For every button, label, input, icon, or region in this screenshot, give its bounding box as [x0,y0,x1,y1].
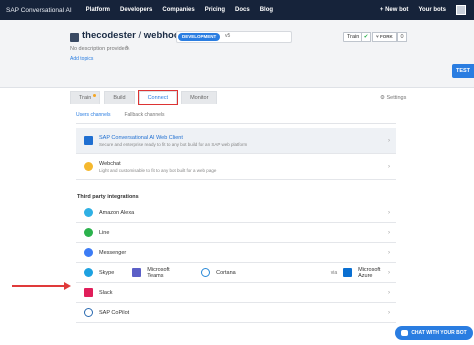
skype-icon [84,268,93,277]
integration-name: Messenger [99,249,127,256]
fork-label: FORK [379,34,393,39]
chevron-right-icon: › [388,229,390,236]
nav-developers[interactable]: Developers [120,7,152,13]
fork-count: 0 [397,32,407,42]
slack-icon [84,288,93,297]
list-item[interactable]: Amazon Alexa › [76,203,396,223]
azure-label: Microsoft Azure [358,266,381,279]
amazon-alexa-icon [84,208,93,217]
top-navbar: SAP Conversational AI Platform Developer… [0,0,474,20]
chevron-right-icon: › [388,163,390,170]
notification-dot-icon [93,94,97,97]
nav-companies[interactable]: Companies [162,7,194,13]
tab-build[interactable]: Build [104,91,135,104]
channel-name: Webchat [99,160,121,167]
list-item[interactable]: Slack › [76,283,396,303]
environment-badge: DEVELOPMENT [178,33,221,41]
settings-link[interactable]: ⚙ Settings [380,95,406,101]
chevron-right-icon: › [388,269,390,276]
integration-name: SAP CoPilot [99,309,130,316]
bot-icon [70,33,79,42]
nav-docs[interactable]: Docs [235,7,250,13]
channel-description: Secure and enterprise ready to fit to an… [99,141,248,147]
skype-related-channels: Microsoft Teams Cortana [132,266,236,279]
user-channel-list: SAP Conversational AI Web Client Secure … [76,128,396,180]
chat-bubble-icon [401,330,409,336]
teams-label: Microsoft Teams [147,266,170,279]
chat-with-bot-button[interactable]: CHAT WITH YOUR BOT [395,326,473,340]
list-item[interactable]: Skype Microsoft Teams Cortana via Micros… [76,263,396,283]
title-separator: / [135,30,144,41]
channel-name: SAP Conversational AI Web Client [99,134,183,141]
divider [76,123,396,124]
via-label: via [330,269,338,276]
chevron-right-icon: › [388,209,390,216]
sap-logo-icon [84,136,93,145]
chevron-right-icon: › [388,137,390,144]
list-item[interactable]: SAP Conversational AI Web Client Secure … [76,128,396,154]
avatar[interactable] [456,5,466,15]
webchat-icon [84,162,93,171]
chevron-right-icon: › [388,309,390,316]
microsoft-azure-icon [343,268,353,277]
version-label: v5 [225,33,231,39]
fork-button[interactable]: ⑂ FORK [372,32,397,42]
nav-pricing[interactable]: Pricing [205,7,225,13]
main-nav: Platform Developers Companies Pricing Do… [86,7,273,13]
bot-tabs: Train Build Connect Monitor [70,90,218,105]
integration-name: Skype [99,269,115,276]
your-bots-link[interactable]: Your bots [418,7,446,13]
list-item[interactable]: Webchat Light and customisable to fit to… [76,154,396,180]
third-party-heading: Third party integrations [77,194,139,200]
integration-list: Amazon Alexa › Line › Messenger › Skype … [76,203,396,323]
integration-name: Slack [99,289,113,296]
test-button[interactable]: TEST [452,64,474,78]
annotation-arrow [12,285,68,287]
chat-button-label: CHAT WITH YOUR BOT [411,330,467,336]
tab-monitor[interactable]: Monitor [181,91,218,104]
integration-name: Line [99,229,110,236]
list-item[interactable]: Messenger › [76,243,396,263]
edit-icon[interactable]: ✎ [125,45,130,52]
microsoft-teams-icon [132,268,142,277]
integration-name: Amazon Alexa [99,209,135,216]
bot-header: thecodester / webhookdemo DEVELOPMENT v5… [0,20,474,105]
bot-description: No description provided [70,46,128,52]
settings-label: Settings [386,95,407,101]
nav-platform[interactable]: Platform [86,7,110,13]
list-item[interactable]: Line › [76,223,396,243]
list-item[interactable]: SAP CoPilot › [76,303,396,323]
cortana-label: Cortana [216,269,236,276]
tab-train-label: Train [79,95,92,101]
train-status-icon[interactable]: ✔ [361,32,371,42]
channel-description: Light and customisable to fit to any bot… [99,167,217,173]
line-icon [84,228,93,237]
chevron-right-icon: › [388,249,390,256]
sap-copilot-icon [84,308,93,317]
add-topics-link[interactable]: Add topics [70,56,93,62]
brand-logo[interactable]: SAP Conversational AI [6,7,72,14]
messenger-icon [84,248,93,257]
annotation-arrow-head [64,282,71,290]
chevron-right-icon: › [388,289,390,296]
tab-train[interactable]: Train [70,91,101,104]
owner-link[interactable]: thecodester [82,30,136,41]
nav-blog[interactable]: Blog [260,7,273,13]
topbar-actions: + New bot Your bots [380,5,466,15]
new-bot-button[interactable]: + New bot [380,7,409,13]
tab-connect[interactable]: Connect [137,90,179,105]
cortana-icon [201,268,211,277]
